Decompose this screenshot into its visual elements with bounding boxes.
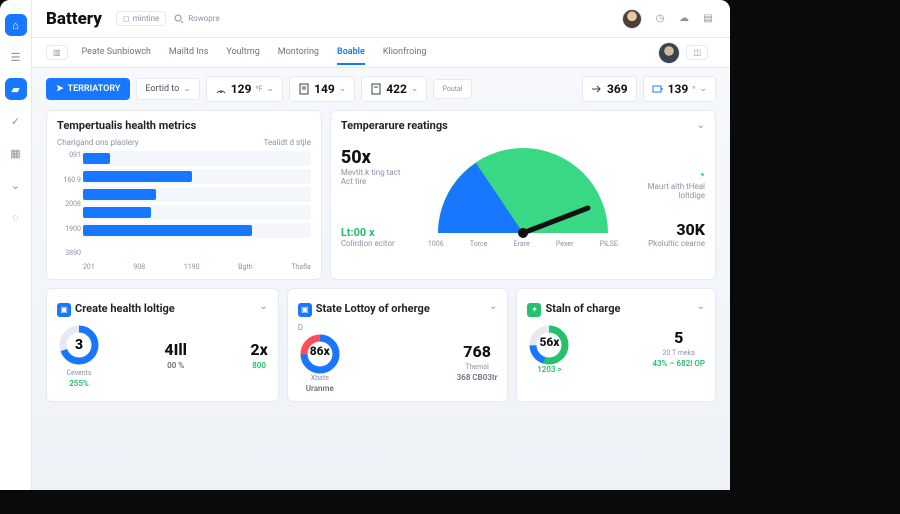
nav-check-icon[interactable]: ✓ [5, 110, 27, 132]
donut-chart: 3 [57, 323, 101, 367]
brand-title: Battery [46, 9, 102, 29]
gauge-chart [428, 138, 618, 238]
signal-icon: ◔ [635, 168, 705, 182]
search-icon [174, 14, 184, 24]
donut-value: 3 [75, 337, 83, 353]
tab-4[interactable]: Boable [337, 41, 365, 65]
filter-dropdown[interactable]: Eortid to ⌄ [136, 78, 199, 100]
tabs: Peate Sunbiowch Mailtd Ins Youltrng Mont… [82, 41, 427, 65]
clock-icon[interactable]: ◷ [652, 11, 668, 27]
search-input[interactable]: Rowopre [174, 14, 219, 24]
doc-icon [370, 83, 382, 95]
metric-2[interactable]: 422⌄ [361, 76, 427, 102]
gauge-right-value: 30K [635, 220, 705, 239]
tab-prefix-chip[interactable]: ▥ [46, 45, 68, 60]
nav-cart-icon[interactable]: ⌄ [5, 174, 27, 196]
nav-more-icon[interactable]: ◌ [5, 206, 27, 228]
gauge-right-top: Maurt aith tHeal loltdige [635, 182, 705, 200]
metric-0[interactable]: 129ºF⌄ [206, 76, 283, 102]
card-title: Tempertualis health metrics [57, 119, 196, 132]
card-title: Temperarure reatings [341, 119, 448, 132]
nav-grid-icon[interactable]: ▦ [5, 142, 27, 164]
card-state-lottoy: ▣State Lottoy of orherge ⌄ D 86x Xbate [287, 288, 509, 402]
tab-2[interactable]: Youltrng [226, 41, 259, 65]
metric-value: 768 [463, 342, 491, 361]
nav-list-icon[interactable]: ☰ [5, 46, 27, 68]
metric-value: 4Ill [164, 340, 187, 359]
card-state-charge: ✦Staln of charge ⌄ 56x 1203 > [516, 288, 716, 402]
settings-icon[interactable]: ▤ [700, 11, 716, 27]
card-sub-right: Tealidt d stjle [264, 138, 311, 147]
nav-chat-icon[interactable]: ▰ [5, 78, 27, 100]
chevron-down-icon[interactable]: ⌄ [697, 301, 705, 312]
battery-icon [652, 83, 664, 95]
doc-icon [298, 83, 310, 95]
expand-icon[interactable]: ⌄ [697, 120, 705, 131]
tab-config-chip[interactable]: ◫ [686, 45, 708, 60]
metric-4[interactable]: 369 [582, 76, 637, 102]
gauge-main-sub: Mevtit.k ting tact Act tire [341, 168, 411, 186]
gauge-left-tag: Lt:00 x [341, 226, 411, 239]
gauge-right-sub: Pkolultic cearne [635, 239, 705, 248]
card-temperature-readings: Temperarure reatings ⌄ 50x Mevtit.k ting… [330, 110, 716, 280]
tabs-row: ▥ Peate Sunbiowch Mailtd Ins Youltrng Mo… [32, 38, 730, 68]
avatar[interactable] [622, 9, 642, 29]
status-chip[interactable]: ◻ mintine [116, 11, 166, 26]
card-health-metrics: Tempertualis health metrics Charigand on… [46, 110, 322, 280]
metric-5[interactable]: 139º⌄ [643, 76, 716, 102]
topbar: Battery ◻ mintine Rowopre ◷ ☁ ▤ [32, 0, 730, 38]
metric-value: 2x [250, 340, 267, 359]
tab-3[interactable]: Montoring [278, 41, 319, 65]
card-create-health: ▣Create health loltige ⌄ 3 Cevents 255% [46, 288, 279, 402]
nav-home-icon[interactable]: ⌂ [5, 14, 27, 36]
tab-5[interactable]: Klionfroing [383, 41, 427, 65]
gauge-left-sub: Colirdion ecitor [341, 239, 411, 248]
gauge-main-value: 50x [341, 147, 411, 168]
sidebar: ⌂ ☰ ▰ ✓ ▦ ⌄ ◌ [0, 0, 32, 490]
chevron-down-icon[interactable]: ⌄ [259, 301, 267, 312]
chevron-down-icon[interactable]: ⌄ [489, 301, 497, 312]
card-icon: ▣ [57, 303, 71, 317]
metric-value: 5 [674, 328, 683, 347]
metric-1[interactable]: 149⌄ [289, 76, 355, 102]
metric-3[interactable]: Poutal [433, 79, 471, 99]
cloud-icon[interactable]: ☁ [676, 11, 692, 27]
tab-1[interactable]: Mailtd Ins [169, 41, 208, 65]
tab-0[interactable]: Peate Sunbiowch [82, 41, 151, 65]
card-icon: ✦ [527, 303, 541, 317]
toolbar: ➤ TERRIATORY Eortid to ⌄ 129ºF⌄ 149⌄ 422… [32, 68, 730, 110]
card-sub-left: Charigand ons plaolery [57, 138, 139, 147]
card-icon: ▣ [298, 303, 312, 317]
bar-chart: 091160.9200819003890 2019081190BgthThafl… [57, 151, 311, 271]
avatar-secondary[interactable] [658, 42, 680, 64]
gauge-icon [215, 83, 227, 95]
primary-action-button[interactable]: ➤ TERRIATORY [46, 78, 130, 100]
arrow-icon [591, 83, 603, 95]
